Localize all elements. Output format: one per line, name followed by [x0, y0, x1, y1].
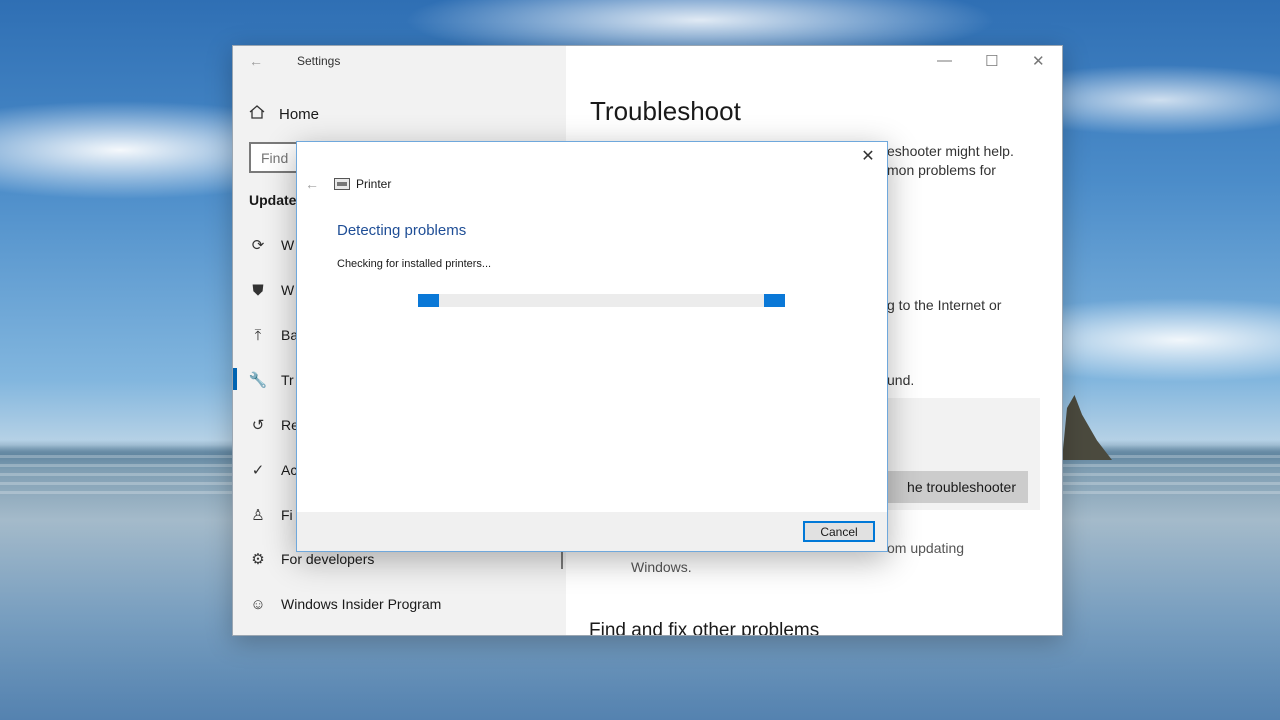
printer-icon [334, 178, 350, 190]
sidebar-item-troubleshoot[interactable]: 🔧 Tr [249, 368, 294, 392]
sidebar-item-backup[interactable]: ⤒ Ba [249, 323, 298, 347]
section-heading: Find and fix other problems [589, 620, 820, 636]
sidebar-section-title: Update [249, 192, 297, 208]
sidebar-item-label: W [281, 237, 295, 253]
background-rock [1062, 395, 1112, 460]
troubleshooter-dialog: ✕ ← Printer Detecting problems Checking … [296, 141, 888, 552]
sidebar-item-label: Ac [281, 462, 298, 478]
insider-cat-icon: ☺ [250, 595, 266, 613]
home-icon [249, 104, 265, 124]
sidebar-item-label: W [281, 282, 295, 298]
sidebar-item-recovery[interactable]: ↺ Re [249, 413, 299, 437]
check-circle-icon: ✓ [251, 462, 265, 479]
home-label: Home [279, 105, 320, 123]
sidebar-home[interactable]: Home [249, 104, 319, 124]
sidebar-item-windows-defender[interactable]: ⛊ W [249, 278, 294, 302]
sync-icon: ⟳ [251, 237, 265, 254]
dialog-title: Printer [356, 177, 392, 191]
troubleshooter-description: om updating [887, 540, 965, 556]
maximize-button[interactable]: ☐ [985, 52, 998, 70]
progress-bar [418, 294, 785, 307]
sidebar-item-label: Fi [281, 507, 293, 523]
sidebar-item-windows-update[interactable]: ⟳ W [249, 233, 295, 257]
sidebar-item-label: Tr [281, 372, 294, 388]
upload-arrow-icon: ⤒ [254, 326, 262, 344]
dialog-heading: Detecting problems [337, 222, 467, 239]
developer-tools-icon: ⚙ [251, 551, 265, 568]
sidebar-item-windows-insider[interactable]: ☺ Windows Insider Program [249, 592, 441, 616]
progress-marquee-segment [418, 294, 439, 307]
shield-icon: ⛊ [252, 281, 264, 299]
cancel-button[interactable]: Cancel [803, 521, 875, 542]
progress-marquee-segment [764, 294, 785, 307]
sidebar-item-label: For developers [281, 551, 375, 567]
description-text-line: und. [887, 372, 915, 388]
troubleshooter-description: Windows. [631, 559, 692, 575]
close-icon[interactable]: ✕ [857, 146, 879, 166]
sidebar-item-activation[interactable]: ✓ Ac [249, 458, 298, 482]
status-text: Checking for installed printers... [337, 258, 492, 270]
active-indicator [233, 368, 237, 390]
sidebar-item-label: Windows Insider Program [281, 596, 442, 612]
dialog-footer: Cancel [297, 512, 887, 551]
minimize-button[interactable]: — [937, 52, 952, 69]
sidebar-scrollbar[interactable] [561, 551, 563, 569]
description-text-line: g to the Internet or [887, 297, 1002, 313]
window-title: Settings [297, 54, 341, 68]
arrow-left-icon[interactable]: ← [249, 53, 263, 69]
page-title: Troubleshoot [590, 96, 741, 126]
intro-text-line: mon problems for [887, 162, 996, 178]
intro-text-line: eshooter might help. [887, 143, 1014, 159]
arrow-left-icon[interactable]: ← [305, 176, 319, 192]
close-button[interactable]: ✕ [1032, 52, 1045, 70]
person-icon: ♙ [251, 507, 265, 524]
wrench-icon: 🔧 [248, 372, 268, 389]
sidebar-item-find-my-device[interactable]: ♙ Fi [249, 503, 293, 527]
history-icon: ↺ [251, 417, 265, 434]
